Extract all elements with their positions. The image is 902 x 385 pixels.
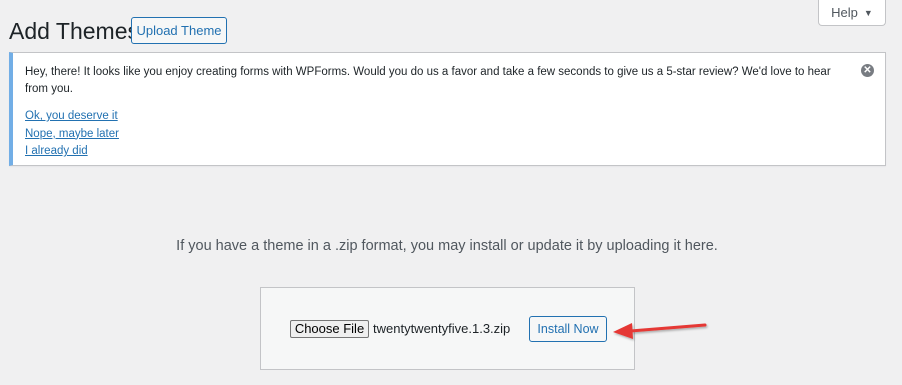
review-notice: Hey, there! It looks like you enjoy crea…	[9, 52, 886, 166]
help-tab-button[interactable]: Help ▼	[818, 0, 886, 26]
arrow-shaft	[628, 323, 707, 333]
choose-file-button[interactable]: Choose File	[290, 320, 369, 338]
dismiss-icon[interactable]: ✕	[861, 64, 874, 77]
caret-down-icon: ▼	[863, 7, 873, 18]
install-now-button[interactable]: Install Now	[529, 316, 607, 342]
selected-file-name: twentytwentyfive.1.3.zip	[373, 321, 511, 336]
help-label: Help	[831, 5, 858, 20]
already-did-link[interactable]: I already did	[25, 143, 119, 161]
page-title: Add Themes	[9, 18, 139, 44]
upload-form: Choose File twentytwentyfive.1.3.zip Ins…	[260, 287, 635, 370]
upload-theme-button[interactable]: Upload Theme	[131, 17, 227, 44]
notice-links: Ok, you deserve it Nope, maybe later I a…	[25, 108, 119, 161]
upload-instructions: If you have a theme in a .zip format, yo…	[176, 238, 718, 254]
arrow-head	[613, 323, 633, 339]
annotation-arrow-icon	[613, 323, 707, 339]
ok-deserve-it-link[interactable]: Ok, you deserve it	[25, 108, 119, 126]
maybe-later-link[interactable]: Nope, maybe later	[25, 126, 119, 144]
notice-message: Hey, there! It looks like you enjoy crea…	[25, 66, 831, 95]
